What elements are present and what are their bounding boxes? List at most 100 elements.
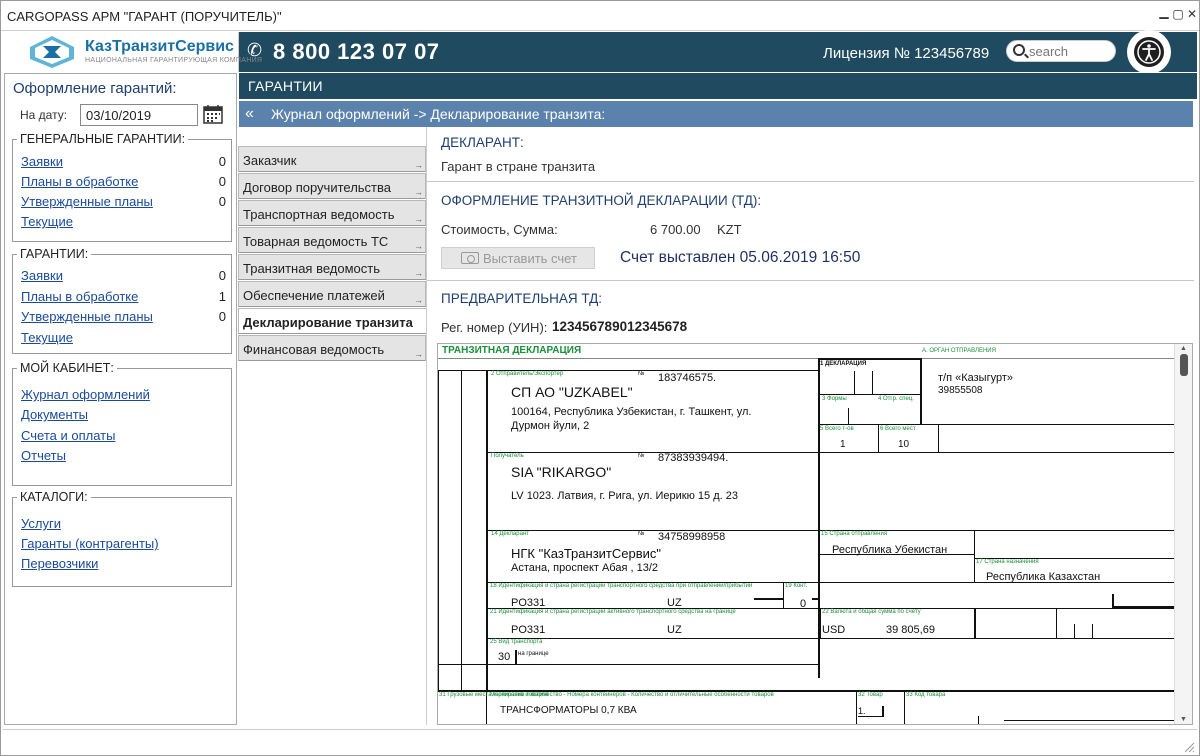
tab-transport-list[interactable]: Транспортная ведомость → <box>238 200 426 226</box>
goods-number: 1. <box>858 706 866 716</box>
invoices-link[interactable]: Счета и оплаты <box>21 428 115 443</box>
list-item: Журнал оформлений <box>21 387 226 402</box>
tab-arrow-icon: → <box>414 187 423 197</box>
catalogs-group: КАТАЛОГИ: Услуги Гаранты (контрагенты) П… <box>12 490 232 587</box>
requests-link[interactable]: Заявки <box>21 268 63 283</box>
invoice-status: Счет выставлен 05.06.2019 16:50 <box>620 249 861 266</box>
box3-label: 3 Формы <box>822 396 847 402</box>
tab-label: Обеспечение платежей <box>243 288 385 303</box>
tab-arrow-icon: → <box>414 214 423 224</box>
document-scrollbar[interactable]: ▲ ▼ <box>1174 344 1192 724</box>
box31b-label: Маркировка и количество - Номера контейн… <box>490 692 774 698</box>
general-approved-plans-link[interactable]: Утвержденные планы <box>21 194 153 209</box>
plans-processing-link[interactable]: Планы в обработке <box>21 289 138 304</box>
general-current-link[interactable]: Текущие <box>21 214 73 229</box>
box21-label: 21 Идентификация и страна регистрации ак… <box>490 609 736 615</box>
guarantees-legend: ГАРАНТИИ: <box>17 247 92 261</box>
receiver-address: LV 1023. Латвия, г. Рига, ул. Иерикю 15 … <box>511 490 738 502</box>
receiver-number: 87383939494. <box>658 452 729 464</box>
departure-office-code: 39855508 <box>938 385 983 396</box>
resize-grip-icon[interactable] <box>1183 741 1195 753</box>
tab-customer[interactable]: Заказчик → <box>238 146 426 172</box>
scroll-down-icon[interactable]: ▼ <box>1180 716 1187 723</box>
box32-label: 32 Товар <box>858 692 883 698</box>
approved-plans-link[interactable]: Утвержденные планы <box>21 309 153 324</box>
box1-label: 1 ДЕКЛАРАЦИЯ <box>820 361 867 367</box>
tab-payment-security[interactable]: Обеспечение платежей → <box>238 281 426 307</box>
tab-label: Договор поручительства <box>243 180 391 195</box>
total-places: 10 <box>898 439 910 450</box>
declaration-preview[interactable]: ТРАНЗИТНАЯ ДЕКЛАРАЦИЯ А. ОРГАН ОТПРАВЛЕН… <box>437 343 1193 725</box>
tab-transit-declaration[interactable]: Декларирование транзита <box>238 308 426 334</box>
list-item: Утвержденные планы 0 <box>21 194 226 209</box>
current-link[interactable]: Текущие <box>21 330 73 345</box>
sidebar: Оформление гарантий: На дату: ГЕНЕРАЛЬНЫ… <box>4 73 237 725</box>
tab-arrow-icon: → <box>414 349 423 359</box>
brand-logo: КазТранзитСервис НАЦИОНАЛЬНАЯ ГАРАНТИРУЮ… <box>3 32 262 72</box>
calendar-icon[interactable] <box>203 104 223 124</box>
box8-label: Получатель <box>491 453 524 459</box>
carriers-link[interactable]: Перевозчики <box>21 556 98 571</box>
tab-surety-contract[interactable]: Договор поручительства → <box>238 173 426 199</box>
search-box[interactable] <box>1006 40 1116 62</box>
tab-label: Транспортная ведомость <box>243 207 395 222</box>
tab-label: Финансовая ведомость <box>243 342 385 357</box>
general-requests-link[interactable]: Заявки <box>21 154 63 169</box>
guarantors-link[interactable]: Гаранты (контрагенты) <box>21 536 159 551</box>
back-arrow-icon[interactable]: « <box>245 106 265 122</box>
accessibility-icon <box>1134 37 1164 67</box>
box22-label: 22 Валюта и общая сумма по счету <box>822 609 921 615</box>
general-plans-processing-link[interactable]: Планы в обработке <box>21 174 138 189</box>
tab-label: Товарная ведомость ТС <box>243 234 389 249</box>
tab-transit-list[interactable]: Транзитная ведомость → <box>238 254 426 280</box>
list-item: Документы <box>21 407 226 422</box>
tab-goods-list[interactable]: Товарная ведомость ТС → <box>238 227 426 253</box>
app-header: КазТранзитСервис НАЦИОНАЛЬНАЯ ГАРАНТИРУЮ… <box>3 30 1197 74</box>
date-input[interactable] <box>80 104 198 126</box>
documents-link[interactable]: Документы <box>21 407 88 422</box>
list-item: Утвержденные планы 0 <box>21 309 226 324</box>
divider <box>427 280 1194 281</box>
box17-label: 17 Страна назначения <box>976 559 1039 565</box>
catalogs-legend: КАТАЛОГИ: <box>17 490 91 504</box>
phone-icon: ✆ <box>247 40 263 60</box>
transport-mode: 30 <box>498 651 511 663</box>
country-of-destination: Республика Казахстан <box>986 571 1101 583</box>
journal-link[interactable]: Журнал оформлений <box>21 387 150 402</box>
services-link[interactable]: Услуги <box>21 516 61 531</box>
box33-label: 33 Код товара <box>906 692 946 698</box>
tab-financial-list[interactable]: Финансовая ведомость → <box>238 335 426 361</box>
scroll-thumb[interactable] <box>1180 354 1188 376</box>
close-icon[interactable]: ✕ <box>1185 7 1199 21</box>
minimize-icon[interactable]: ▁ <box>1157 5 1171 19</box>
declaration-document: ТРАНЗИТНАЯ ДЕКЛАРАЦИЯ А. ОРГАН ОТПРАВЛЕН… <box>438 344 1175 724</box>
td-title: ОФОРМЛЕНИЕ ТРАНЗИТНОЙ ДЕКЛАРАЦИИ (ТД): <box>441 193 762 208</box>
maximize-icon[interactable]: ▢ <box>1171 7 1185 21</box>
list-item: Заявки 0 <box>21 154 226 169</box>
prelim-title: ПРЕДВАРИТЕЛЬНАЯ ТД: <box>441 291 603 306</box>
search-input[interactable] <box>1029 43 1113 59</box>
no-label: № <box>638 453 645 459</box>
scroll-up-icon[interactable]: ▲ <box>1180 345 1187 352</box>
list-item: Планы в обработке 1 <box>21 289 226 304</box>
sidebar-heading: Оформление гарантий: <box>13 80 177 97</box>
item-count: 0 <box>218 268 226 283</box>
sender-address-2: Дурмон йули, 2 <box>511 420 590 432</box>
list-item: Услуги <box>21 516 226 531</box>
issue-invoice-button[interactable]: Выставить счет <box>441 247 595 269</box>
tab-label: Транзитная ведомость <box>243 261 381 276</box>
list-item: Текущие <box>21 330 226 345</box>
box-a-label: А. ОРГАН ОТПРАВЛЕНИЯ <box>922 348 996 354</box>
status-bar <box>3 729 1197 755</box>
search-icon <box>1013 44 1025 56</box>
reports-link[interactable]: Отчеты <box>21 448 66 463</box>
tab-label: Декларирование транзита <box>243 315 413 330</box>
accessibility-button[interactable] <box>1125 30 1173 74</box>
list-item: Текущие <box>21 214 226 229</box>
item-count: 0 <box>218 194 226 209</box>
receiver-name: SIA "RIKARGO" <box>511 464 612 480</box>
box15-label: 15 Страна отправления <box>821 531 888 537</box>
vehicle-departure-country: UZ <box>667 597 682 609</box>
box25b-label: на границе <box>518 651 549 657</box>
divider <box>427 181 1194 182</box>
